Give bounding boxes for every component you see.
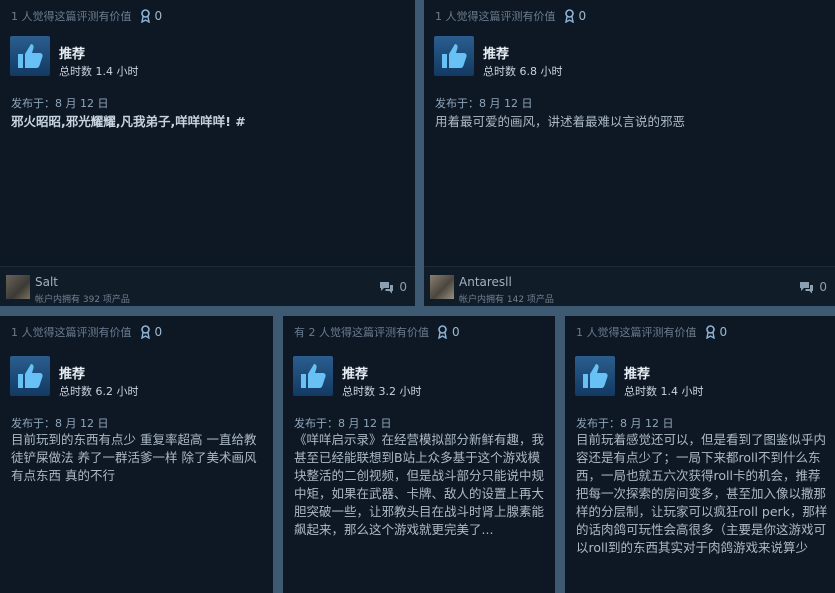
award-ribbon-icon	[140, 9, 150, 23]
posted-date: 发布于：8 月 12 日	[435, 97, 533, 110]
review-text: 目前玩着感觉还可以，但是看到了图鉴似乎内容还是有点少了；一局下来都roll不到什…	[576, 432, 828, 555]
products-owned: 帐户内拥有 392 项产品	[35, 295, 130, 305]
comment-count: 0	[399, 280, 407, 294]
award-count: 0	[578, 9, 587, 23]
playtime-hours: 总时数 3.2 小时	[342, 385, 422, 398]
playtime-hours: 总时数 6.8 小时	[483, 65, 563, 78]
recommend-label: 推荐	[342, 367, 369, 382]
thumbs-up-icon	[10, 356, 50, 396]
thumbs-up-icon	[293, 356, 333, 396]
username[interactable]: Antaresll	[459, 275, 512, 289]
helpful-count: 1 人觉得这篇评测有价值 0	[435, 8, 586, 24]
comments-button[interactable]: 0	[799, 280, 827, 294]
recommend-label: 推荐	[483, 47, 510, 62]
posted-date: 发布于：8 月 12 日	[294, 417, 392, 430]
recommend-label: 推荐	[59, 367, 86, 382]
helpful-count: 1 人觉得这篇评测有价值 0	[11, 8, 162, 24]
products-owned: 帐户内拥有 142 项产品	[459, 295, 554, 305]
thumbs-up-icon	[434, 36, 474, 76]
helpful-text: 1 人觉得这篇评测有价值	[435, 10, 556, 23]
recommend-label: 推荐	[624, 367, 651, 382]
review-text: 邪火昭昭,邪光耀耀,凡我弟子,咩咩咩咩! #	[11, 114, 246, 129]
helpful-text: 1 人觉得这篇评测有价值	[11, 326, 132, 339]
review-text: 目前玩到的东西有点少 重复率超高 一直给教徒铲屎做法 养了一群活爹一样 除了美术…	[11, 432, 257, 483]
award-count: 0	[154, 9, 163, 23]
posted-date: 发布于：8 月 12 日	[576, 417, 674, 430]
award-count: 0	[719, 325, 728, 339]
avatar[interactable]	[430, 275, 454, 299]
award-ribbon-icon	[564, 9, 574, 23]
comment-bubble-icon	[380, 281, 394, 293]
award-button[interactable]: 0	[140, 9, 163, 23]
helpful-text: 有 2 人觉得这篇评测有价值	[294, 326, 429, 339]
comments-button[interactable]: 0	[379, 280, 407, 294]
thumbs-up-icon	[575, 356, 615, 396]
review-card[interactable]: 1 人觉得这篇评测有价值 0 推荐 总时数 1.4 小时 发布于：8 月 12 …	[0, 0, 415, 306]
username[interactable]: Salt	[35, 275, 58, 289]
review-text: 用着最可爱的画风，讲述着最难以言说的邪恶	[435, 114, 686, 129]
review-card[interactable]: 1 人觉得这篇评测有价值 0 推荐 总时数 6.8 小时 发布于：8 月 12 …	[424, 0, 835, 306]
helpful-text: 1 人觉得这篇评测有价值	[576, 326, 697, 339]
posted-date: 发布于：8 月 12 日	[11, 417, 109, 430]
playtime-hours: 总时数 1.4 小时	[59, 65, 139, 78]
review-card[interactable]: 1 人觉得这篇评测有价值 0 推荐 总时数 6.2 小时 发布于：8 月 12 …	[0, 316, 273, 593]
recommend-label: 推荐	[59, 47, 86, 62]
award-button[interactable]: 0	[705, 325, 728, 339]
award-ribbon-icon	[438, 325, 447, 339]
review-text: 《咩咩启示录》在经营模拟部分新鲜有趣，我甚至已经能联想到B站上众多基于这个游戏模…	[294, 432, 545, 537]
avatar[interactable]	[6, 275, 30, 299]
award-count: 0	[154, 325, 163, 339]
award-count: 0	[452, 325, 460, 339]
posted-date: 发布于：8 月 12 日	[11, 97, 109, 110]
review-footer: Salt 帐户内拥有 392 项产品 0	[0, 266, 415, 306]
award-button[interactable]: 0	[140, 325, 163, 339]
review-footer: Antaresll 帐户内拥有 142 项产品 0	[424, 266, 835, 306]
comment-count: 0	[819, 280, 827, 294]
playtime-hours: 总时数 6.2 小时	[59, 385, 139, 398]
helpful-count: 1 人觉得这篇评测有价值 0	[576, 324, 727, 340]
text-fade-overlay	[565, 557, 835, 593]
award-ribbon-icon	[140, 325, 150, 339]
review-card[interactable]: 有 2 人觉得这篇评测有价值 0 推荐 总时数 3.2 小时 发布于：8 月 1…	[283, 316, 555, 593]
helpful-text: 1 人觉得这篇评测有价值	[11, 10, 132, 23]
helpful-count: 1 人觉得这篇评测有价值 0	[11, 324, 162, 340]
thumbs-up-icon	[10, 36, 50, 76]
playtime-hours: 总时数 1.4 小时	[624, 385, 704, 398]
review-card[interactable]: 1 人觉得这篇评测有价值 0 推荐 总时数 1.4 小时 发布于：8 月 12 …	[565, 316, 835, 593]
award-button[interactable]: 0	[437, 325, 460, 339]
award-button[interactable]: 0	[564, 9, 587, 23]
award-ribbon-icon	[705, 325, 715, 339]
comment-bubble-icon	[800, 281, 814, 293]
helpful-count: 有 2 人觉得这篇评测有价值 0	[294, 324, 460, 340]
